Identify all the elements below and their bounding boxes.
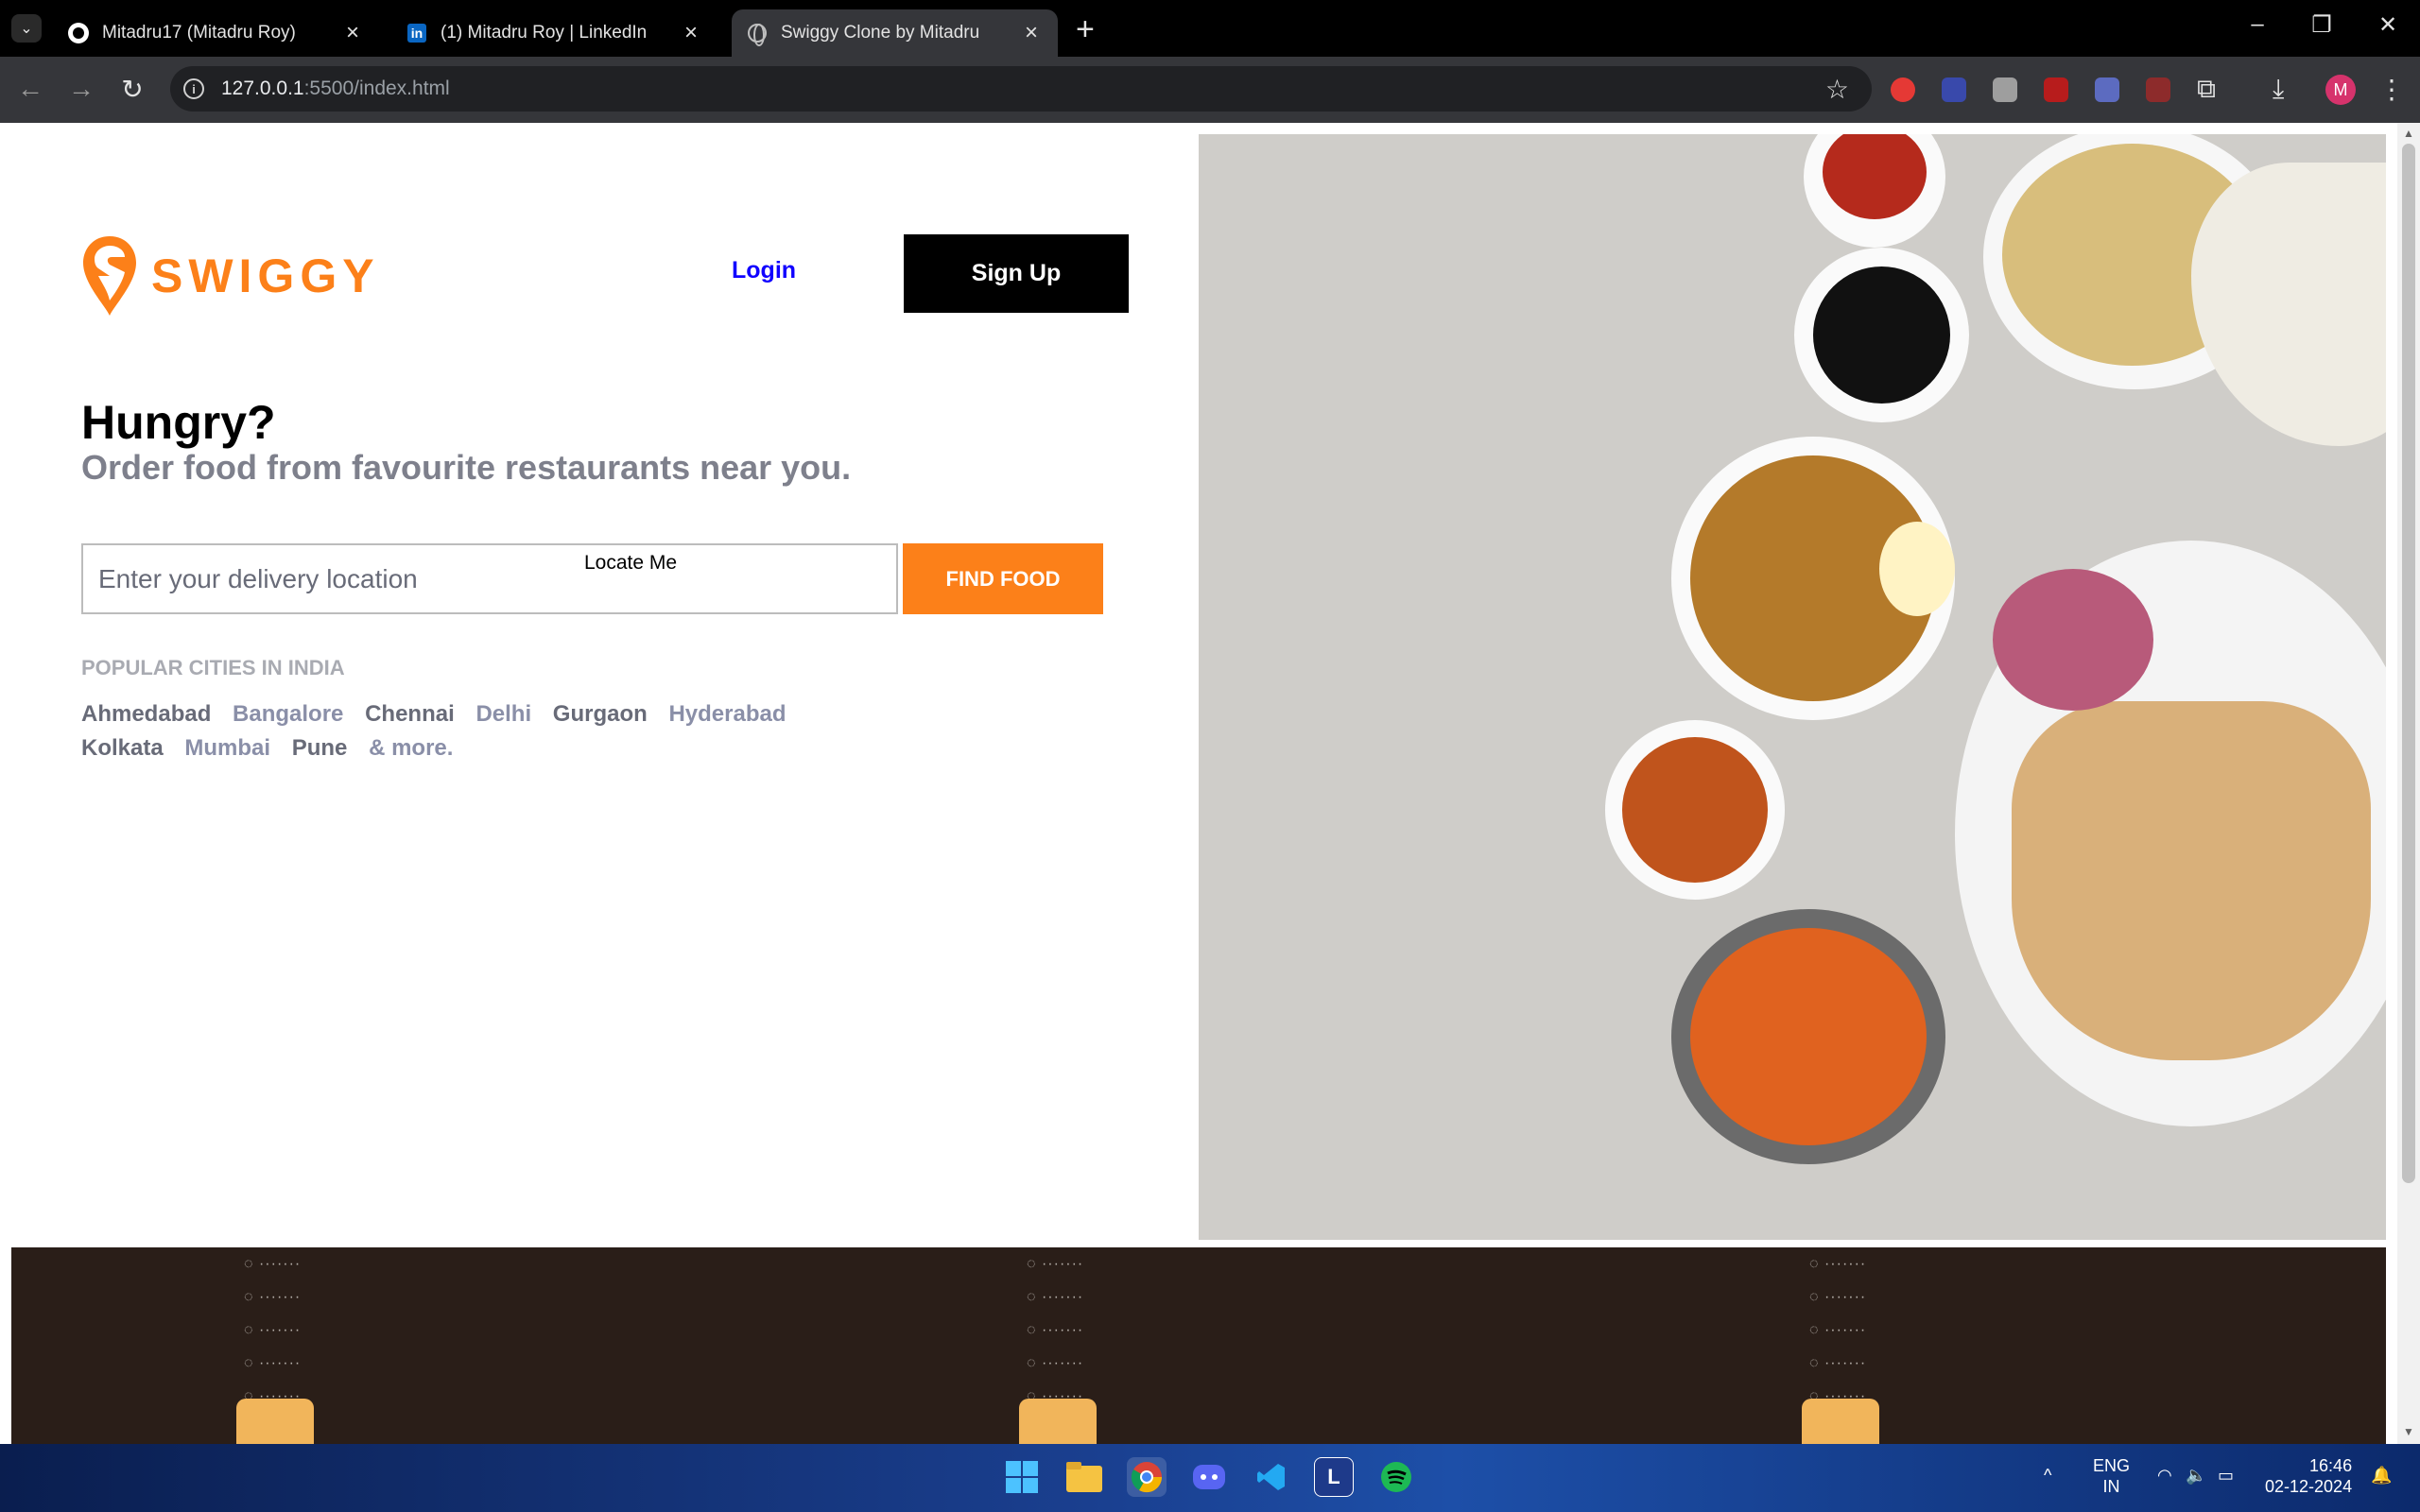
city-link-more[interactable]: & more. bbox=[369, 731, 453, 765]
linkedin-icon: in bbox=[406, 23, 427, 43]
scroll-down-icon[interactable]: ▼ bbox=[2403, 1425, 2414, 1438]
back-icon[interactable]: ← bbox=[11, 74, 49, 104]
minimize-icon[interactable]: – bbox=[2229, 11, 2286, 38]
city-link-mumbai[interactable]: Mumbai bbox=[184, 731, 270, 765]
adblock-extension-icon[interactable] bbox=[1891, 77, 1915, 102]
scroll-up-icon[interactable]: ▲ bbox=[2403, 127, 2414, 140]
clock-date: 02-12-2024 bbox=[2265, 1477, 2353, 1496]
new-tab-icon[interactable]: + bbox=[1076, 11, 1095, 48]
crossed-extension-icon[interactable] bbox=[1993, 77, 2017, 102]
loading-dots: ◌ ······· ◌ ······· ◌ ······· ◌ ······· ◌ ··… bbox=[1809, 1256, 1867, 1404]
tab-title: (1) Mitadru Roy | LinkedIn bbox=[441, 23, 648, 43]
menu-dots-icon[interactable]: ⋮ bbox=[2378, 74, 2405, 105]
extensions-puzzle-icon[interactable]: ⧉ bbox=[2197, 74, 2216, 105]
url-host: 127.0.0.1 bbox=[221, 77, 304, 99]
show-hidden-icons-chevron-icon[interactable]: ^ bbox=[2044, 1465, 2051, 1486]
spotify-icon[interactable] bbox=[1376, 1457, 1416, 1497]
window-close-icon[interactable]: ✕ bbox=[2360, 11, 2416, 39]
popular-cities-list: Ahmedabad Bangalore Chennai Delhi Gurgao… bbox=[81, 697, 894, 765]
app-card-icon bbox=[1019, 1399, 1097, 1444]
city-link-delhi[interactable]: Delhi bbox=[475, 697, 531, 731]
restore-icon[interactable]: ❐ bbox=[2293, 11, 2350, 39]
clock-time: 16:46 bbox=[2309, 1456, 2353, 1475]
city-link-chennai[interactable]: Chennai bbox=[365, 697, 455, 731]
tab-swiggy[interactable]: Swiggy Clone by Mitadru × bbox=[732, 9, 1058, 57]
hero-subtitle: Order food from favourite restaurants ne… bbox=[81, 448, 852, 487]
shield-extension-icon[interactable] bbox=[1942, 77, 1966, 102]
app-download-strip: ◌ ······· ◌ ······· ◌ ······· ◌ ······· ◌ ··… bbox=[11, 1247, 2386, 1444]
tab-title: Swiggy Clone by Mitadru bbox=[781, 23, 980, 43]
hero-food-image bbox=[1199, 134, 2386, 1240]
ublock-extension-icon[interactable] bbox=[2044, 77, 2068, 102]
city-link-hyderabad[interactable]: Hyderabad bbox=[668, 697, 786, 731]
swiggy-logo[interactable]: SWIGGY bbox=[81, 234, 380, 318]
globe-icon bbox=[747, 23, 768, 46]
tab-search-chevron-icon[interactable]: ⌄ bbox=[11, 14, 42, 43]
volume-icon[interactable]: 🔈 bbox=[2186, 1465, 2206, 1486]
windows-start-icon[interactable] bbox=[1002, 1457, 1042, 1497]
vertical-scrollbar[interactable]: ▲ ▼ bbox=[2397, 123, 2420, 1444]
tab-github[interactable]: Mitadru17 (Mitadru Roy) × bbox=[53, 9, 379, 57]
l-app-icon[interactable]: L bbox=[1314, 1457, 1354, 1497]
notification-bell-icon[interactable]: 🔔 bbox=[2371, 1465, 2392, 1486]
file-explorer-icon[interactable] bbox=[1064, 1457, 1104, 1497]
city-link-gurgaon[interactable]: Gurgaon bbox=[553, 697, 648, 731]
tab-title: Mitadru17 (Mitadru Roy) bbox=[102, 23, 296, 43]
delivery-location-input[interactable] bbox=[81, 543, 898, 614]
profile-avatar[interactable]: M bbox=[2325, 75, 2356, 105]
hero-title: Hungry? bbox=[81, 396, 276, 449]
signup-button[interactable]: Sign Up bbox=[904, 234, 1129, 313]
vscode-icon[interactable] bbox=[1252, 1457, 1291, 1497]
language-indicator[interactable]: ENG IN bbox=[2093, 1455, 2130, 1497]
logo-wordmark: SWIGGY bbox=[151, 249, 380, 302]
loading-dots: ◌ ······· ◌ ······· ◌ ······· ◌ ······· ◌ ··… bbox=[244, 1256, 302, 1404]
browser-toolbar: ← → ↻ i 127.0.0.1 :5500/index.html ☆ ⧉ ⤓… bbox=[0, 57, 2420, 123]
site-info-icon[interactable]: i bbox=[183, 78, 204, 99]
tab-strip: ⌄ Mitadru17 (Mitadru Roy) × in (1) Mitad… bbox=[0, 0, 2420, 57]
discord-icon[interactable] bbox=[1189, 1457, 1229, 1497]
city-link-ahmedabad[interactable]: Ahmedabad bbox=[81, 697, 211, 731]
close-icon[interactable]: × bbox=[1020, 20, 1043, 46]
hero-left-panel: SWIGGY Login Sign Up Hungry? Order food … bbox=[0, 123, 1197, 1238]
city-link-kolkata[interactable]: Kolkata bbox=[81, 731, 164, 765]
clock[interactable]: 16:46 02-12-2024 bbox=[2265, 1455, 2352, 1497]
page-viewport: SWIGGY Login Sign Up Hungry? Order food … bbox=[0, 123, 2420, 1444]
region-code: IN bbox=[2102, 1477, 2120, 1496]
github-icon bbox=[68, 23, 89, 43]
loading-dots: ◌ ······· ◌ ······· ◌ ······· ◌ ······· ◌ ··… bbox=[1027, 1256, 1084, 1404]
forward-icon[interactable]: → bbox=[62, 74, 100, 104]
bookmark-star-icon[interactable]: ☆ bbox=[1825, 74, 1849, 105]
language-code: ENG bbox=[2093, 1456, 2131, 1475]
city-link-bangalore[interactable]: Bangalore bbox=[233, 697, 343, 731]
address-bar[interactable]: i 127.0.0.1 :5500/index.html ☆ bbox=[170, 66, 1872, 112]
reload-icon[interactable]: ↻ bbox=[113, 74, 151, 105]
scroll-thumb[interactable] bbox=[2402, 144, 2415, 1183]
app-card-icon bbox=[236, 1399, 314, 1444]
chrome-icon[interactable] bbox=[1127, 1457, 1167, 1497]
wifi-icon[interactable]: ◠ bbox=[2157, 1465, 2172, 1486]
translate-extension-icon[interactable] bbox=[2095, 77, 2119, 102]
find-food-button[interactable]: FIND FOOD bbox=[903, 543, 1103, 614]
app-card-icon bbox=[1802, 1399, 1879, 1444]
download-icon[interactable]: ⤓ bbox=[2273, 74, 2284, 105]
city-link-pune[interactable]: Pune bbox=[292, 731, 348, 765]
color-extension-icon[interactable] bbox=[2146, 77, 2170, 102]
login-link[interactable]: Login bbox=[732, 257, 796, 284]
battery-icon[interactable]: ▭ bbox=[2218, 1465, 2234, 1486]
windows-taskbar: L ^ ENG IN ◠ 🔈 ▭ 16:46 02-12-2024 🔔 bbox=[0, 1444, 2420, 1512]
locate-me-button[interactable]: Locate Me bbox=[584, 552, 677, 575]
swiggy-pin-icon bbox=[83, 236, 136, 316]
close-icon[interactable]: × bbox=[341, 20, 364, 46]
tab-linkedin[interactable]: in (1) Mitadru Roy | LinkedIn × bbox=[391, 9, 717, 57]
close-icon[interactable]: × bbox=[680, 20, 702, 46]
popular-cities-heading: POPULAR CITIES IN INDIA bbox=[81, 656, 345, 679]
url-path: :5500/index.html bbox=[303, 77, 450, 99]
